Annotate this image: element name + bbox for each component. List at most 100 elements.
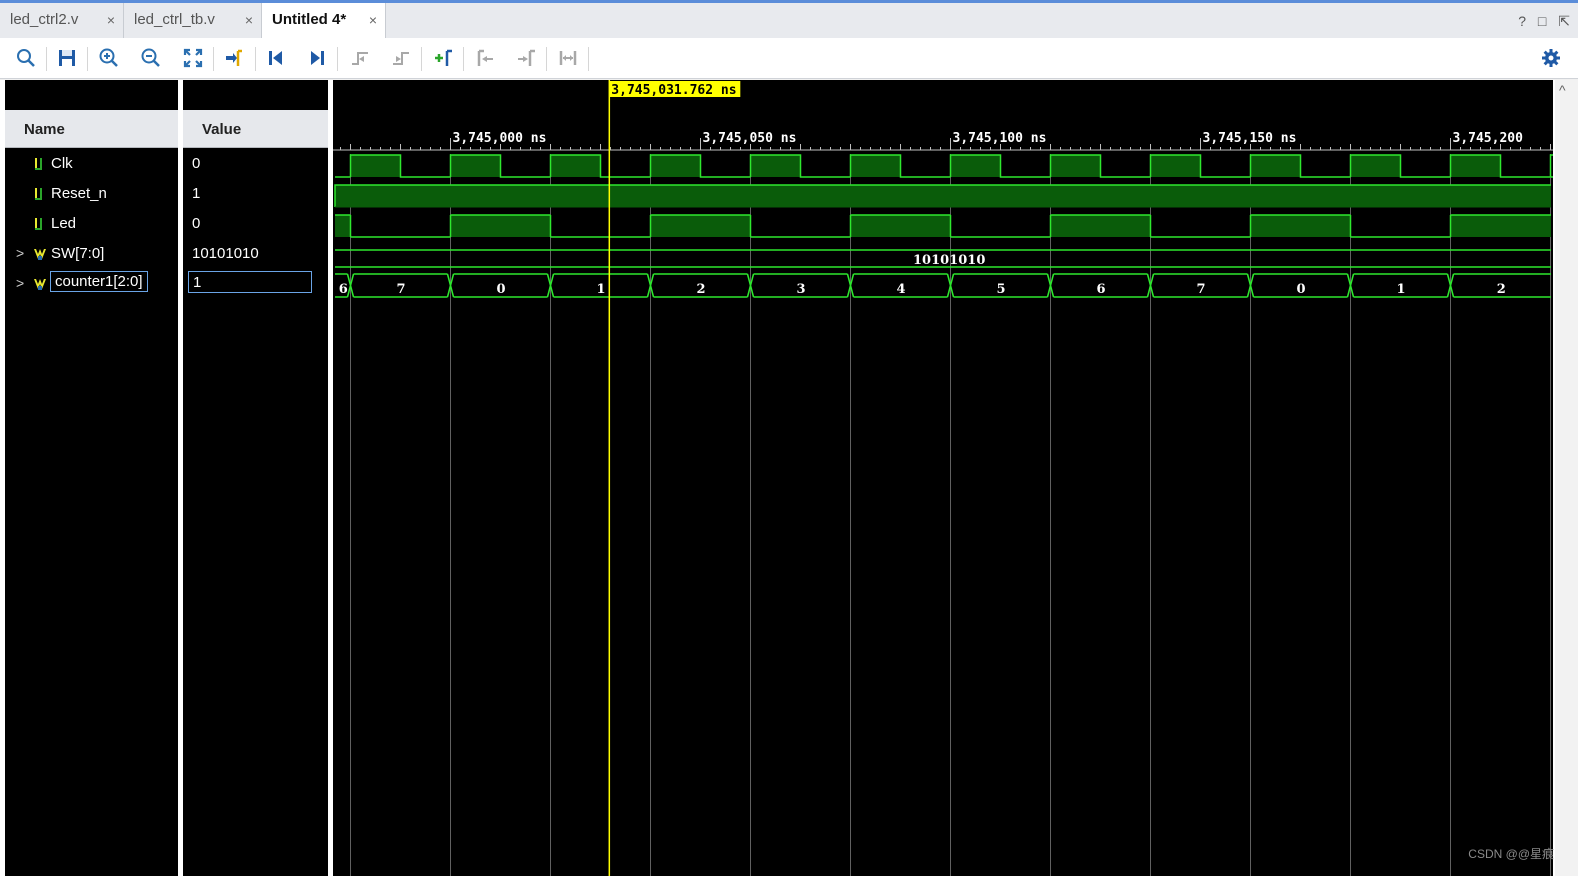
time-cursor-label: 3,745,031.762 ns: [611, 83, 736, 98]
counter1-bus-value: 4: [897, 282, 906, 297]
signal-value: 10101010: [192, 245, 259, 262]
signal-value: 0: [192, 155, 201, 172]
waveform-canvas[interactable]: 3,745,000 ns 3,745,050 ns 3,745,100 ns 3,74…: [333, 80, 1553, 876]
close-icon[interactable]: ×: [107, 12, 115, 28]
time-axis-tick-label: 3,745,050 ns: [703, 131, 797, 146]
swap-cursors-icon[interactable]: [557, 47, 579, 69]
signal-row-sw[interactable]: > SW[7:0]: [5, 240, 178, 270]
toolbar-divider: [421, 47, 422, 71]
zoom-in-icon[interactable]: [98, 47, 120, 69]
waveform-svg: 3,745,000 ns 3,745,050 ns 3,745,100 ns 3,74…: [333, 80, 1553, 876]
value-header-label: Value: [202, 121, 242, 138]
previous-transition-icon[interactable]: [349, 47, 371, 69]
window-controls: ? □ ⇱: [1510, 13, 1570, 30]
clk-high-fill: [1250, 155, 1301, 177]
chevron-right-icon[interactable]: >: [16, 275, 24, 291]
next-transition-icon[interactable]: [390, 47, 412, 69]
signal-name: Led: [51, 215, 77, 232]
toolbar-divider: [463, 47, 464, 71]
counter1-bus-value: 7: [1197, 282, 1206, 297]
waveform-viewer: Name Clk Reset_n Led > SW[7:0] > counter…: [0, 80, 1578, 876]
name-column-header[interactable]: Name: [5, 110, 178, 148]
search-icon[interactable]: [15, 47, 37, 69]
signal-row-reset-n[interactable]: Reset_n: [5, 180, 178, 210]
clk-high-fill: [1150, 155, 1201, 177]
led-high-fill: [1050, 215, 1151, 237]
counter1-bus-value: 6: [1097, 282, 1106, 297]
add-marker-icon[interactable]: [432, 47, 454, 69]
restore-icon[interactable]: □: [1538, 13, 1546, 29]
time-axis-tick-label: 3,745,150 ns: [1203, 131, 1297, 146]
scroll-up-icon[interactable]: ^: [1559, 82, 1566, 98]
bus-signal-icon: [33, 247, 47, 261]
toolbar-divider: [46, 47, 47, 71]
toolbar-divider: [588, 47, 589, 71]
counter1-bus-value: 1: [1397, 282, 1406, 297]
counter1-bus-value: 6: [339, 282, 348, 297]
led-high-fill: [850, 215, 951, 237]
counter1-bus-value: 7: [397, 282, 406, 297]
tab-untitled-4[interactable]: Untitled 4* ×: [262, 3, 386, 39]
tab-led-ctrl-tb[interactable]: led_ctrl_tb.v ×: [124, 3, 262, 38]
counter1-bus-value: 2: [1497, 282, 1506, 297]
clk-high-fill: [1050, 155, 1101, 177]
tab-led-ctrl2[interactable]: led_ctrl2.v ×: [0, 3, 124, 38]
sw-bus-value: 10101010: [913, 253, 985, 268]
led-high-fill: [1450, 215, 1551, 237]
next-marker-icon[interactable]: [515, 47, 537, 69]
counter1-bus-value: 0: [497, 282, 506, 297]
maximize-icon[interactable]: ⇱: [1558, 13, 1570, 29]
bit-signal-icon: [33, 157, 47, 171]
name-header-label: Name: [24, 121, 65, 138]
time-axis-tick-label: 3,745,100 ns: [953, 131, 1047, 146]
save-icon[interactable]: [56, 47, 78, 69]
time-axis-tick-label: 3,745,000 ns: [453, 131, 547, 146]
settings-gear-icon[interactable]: [1540, 47, 1562, 69]
signal-name: Reset_n: [51, 185, 107, 202]
zoom-out-icon[interactable]: [140, 47, 162, 69]
go-to-last-time-icon[interactable]: [306, 47, 328, 69]
signal-value: 1: [188, 271, 312, 293]
led-high-fill: [450, 215, 551, 237]
toolbar-divider: [87, 47, 88, 71]
bit-signal-icon: [33, 187, 47, 201]
tab-label: led_ctrl_tb.v: [134, 11, 215, 28]
close-icon[interactable]: ×: [369, 12, 377, 28]
previous-marker-icon[interactable]: [474, 47, 496, 69]
help-icon[interactable]: ?: [1518, 13, 1526, 29]
led-high-fill: [335, 215, 351, 237]
chevron-right-icon[interactable]: >: [16, 245, 24, 261]
bit-signal-icon: [33, 217, 47, 231]
zoom-fit-icon[interactable]: [182, 47, 204, 69]
counter1-bus-value: 5: [997, 282, 1006, 297]
clk-high-fill: [1350, 155, 1401, 177]
led-high-fill: [1250, 215, 1351, 237]
value-column-header[interactable]: Value: [183, 110, 328, 148]
editor-tab-bar: led_ctrl2.v × led_ctrl_tb.v × Untitled 4…: [0, 0, 1578, 39]
vertical-scrollbar[interactable]: ^: [1555, 80, 1578, 876]
value-row-counter1[interactable]: 1: [183, 270, 328, 300]
clk-high-fill: [350, 155, 401, 177]
value-row-sw: 10101010: [183, 240, 328, 270]
time-axis-tick-label: 3,745,200: [1453, 131, 1524, 146]
signal-value: 1: [192, 185, 201, 202]
signal-row-led[interactable]: Led: [5, 210, 178, 240]
signal-row-counter1[interactable]: > counter1[2:0]: [5, 270, 178, 300]
toolbar-divider: [255, 47, 256, 71]
led-high-fill: [650, 215, 751, 237]
signal-name-panel: Name Clk Reset_n Led > SW[7:0] > counter…: [5, 80, 178, 876]
go-to-cursor-icon[interactable]: [223, 47, 245, 69]
close-icon[interactable]: ×: [245, 12, 253, 28]
value-row-reset-n: 1: [183, 180, 328, 210]
waveform-toolbar: [0, 38, 1578, 79]
clk-high-fill: [550, 155, 601, 177]
go-to-time-zero-icon[interactable]: [265, 47, 287, 69]
counter1-bus-value: 3: [797, 282, 806, 297]
signal-row-clk[interactable]: Clk: [5, 150, 178, 180]
watermark: CSDN @@星痕: [1468, 847, 1554, 861]
tab-label: Untitled 4*: [272, 11, 347, 28]
signal-name: Clk: [51, 155, 73, 172]
signal-value-panel: Value 0 1 0 10101010 1: [183, 80, 328, 876]
clk-high-fill: [850, 155, 901, 177]
counter1-bus-value: 0: [1297, 282, 1306, 297]
